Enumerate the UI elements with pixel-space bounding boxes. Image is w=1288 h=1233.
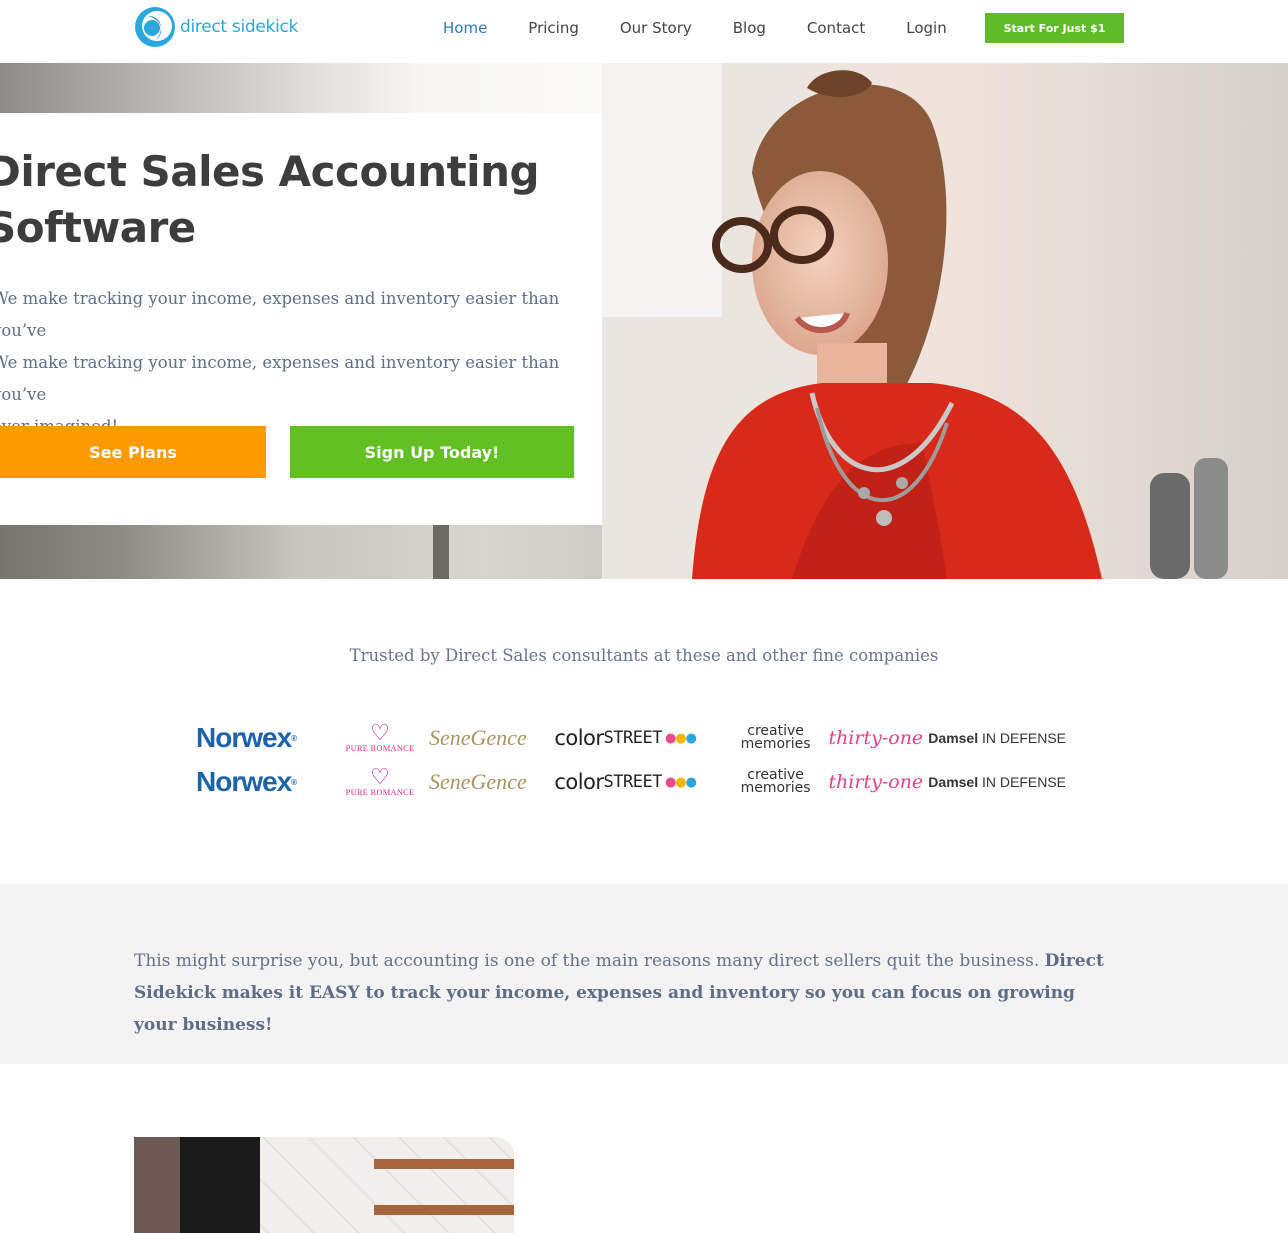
senegence-text: SeneGence xyxy=(429,769,527,794)
logo-text: direct sidekick xyxy=(180,17,299,37)
heart-icon: ♡ xyxy=(370,720,390,745)
damsel-text-b: IN DEFENSE xyxy=(982,730,1067,746)
hero-subtitle: We make tracking your income, expenses a… xyxy=(0,283,592,443)
nav-our-story[interactable]: Our Story xyxy=(620,19,692,37)
hero-title-line-1: Direct Sales Accounting xyxy=(0,147,540,196)
hero-photo-woman xyxy=(602,63,1288,579)
company-logos-row: Norwex ® ♡ PURE ROMANCE SeneGence color STR… xyxy=(196,718,1066,758)
senegence-logo: SeneGence xyxy=(429,725,554,751)
nav-blog[interactable]: Blog xyxy=(733,19,766,37)
pure-romance-logo: ♡ PURE ROMANCE xyxy=(331,764,429,798)
nav-contact[interactable]: Contact xyxy=(807,19,865,37)
hero-background-bottom xyxy=(0,525,602,579)
hero-subtitle-line-1: We make tracking your income, expenses a… xyxy=(0,289,560,340)
creative-memories-logo: creative memories xyxy=(723,724,829,752)
nav-pricing[interactable]: Pricing xyxy=(528,19,579,37)
colorstreet-logo: color STREET ●●● xyxy=(554,770,722,794)
feature-image-shadow xyxy=(134,1137,180,1233)
colorstreet-logo: color STREET ●●● xyxy=(554,726,722,750)
norwex-logo-text: Norwex xyxy=(196,722,292,753)
hero-card: Direct Sales Accounting Software We make… xyxy=(0,113,602,525)
nav-home[interactable]: Home xyxy=(443,19,487,37)
pure-romance-logo: ♡ PURE ROMANCE xyxy=(331,720,429,754)
trusted-heading: Trusted by Direct Sales consultants at t… xyxy=(349,646,939,665)
logo-swirl-icon xyxy=(135,7,175,47)
feature-image xyxy=(134,1137,514,1233)
thirty-one-text: thirty-one xyxy=(828,771,924,793)
colorstreet-dots-icon: ●●● xyxy=(664,730,697,746)
damsel-text-b: IN DEFENSE xyxy=(982,774,1067,790)
company-logos-row: Norwex ® ♡ PURE ROMANCE SeneGence color STR… xyxy=(196,762,1066,802)
colorstreet-text-a: color xyxy=(554,770,604,794)
hero-section: Direct Sales Accounting Software We make… xyxy=(0,63,1288,579)
pure-romance-text: PURE ROMANCE xyxy=(345,743,415,753)
intro-text: This might surprise you, but accounting … xyxy=(134,945,1114,1041)
site-header: direct sidekick Home Pricing Our Story B… xyxy=(0,0,1288,63)
colorstreet-text-b: STREET xyxy=(603,772,663,792)
pure-romance-text: PURE ROMANCE xyxy=(345,787,415,797)
norwex-logo: Norwex ® xyxy=(196,722,297,753)
hero-title: Direct Sales Accounting Software xyxy=(0,144,586,256)
senegence-text: SeneGence xyxy=(429,725,527,750)
creative-text-b: memories xyxy=(740,780,811,796)
creative-memories-logo: creative memories xyxy=(723,768,829,796)
damsel-logo: Damsel IN DEFENSE xyxy=(928,774,1066,790)
thirty-one-logo: thirty-one xyxy=(828,727,928,749)
see-plans-button[interactable]: See Plans xyxy=(0,426,266,478)
senegence-logo: SeneGence xyxy=(429,769,554,795)
intro-plain-text: This might surprise you, but accounting … xyxy=(134,951,1040,971)
thirty-one-text: thirty-one xyxy=(828,727,924,749)
damsel-text-a: Damsel xyxy=(928,774,979,790)
feature-image-shelf xyxy=(374,1159,514,1169)
damsel-logo: Damsel IN DEFENSE xyxy=(928,730,1066,746)
norwex-logo-text: Norwex xyxy=(196,766,292,797)
hero-title-line-2: Software xyxy=(0,203,196,252)
thirty-one-logo: thirty-one xyxy=(828,771,928,793)
hero-background-top xyxy=(0,63,602,113)
norwex-logo: Norwex ® xyxy=(196,766,297,797)
site-logo[interactable]: direct sidekick xyxy=(134,6,298,48)
hero-subtitle-line-2: We make tracking your income, expenses a… xyxy=(0,353,560,404)
creative-text-b: memories xyxy=(740,736,811,752)
colorstreet-text-b: STREET xyxy=(603,728,663,748)
feature-image-panel xyxy=(180,1137,260,1233)
hero-background-detail xyxy=(433,525,449,579)
heart-icon: ♡ xyxy=(370,764,390,789)
intro-section: This might surprise you, but accounting … xyxy=(0,883,1288,1064)
colorstreet-dots-icon: ●●● xyxy=(664,774,697,790)
damsel-text-a: Damsel xyxy=(928,730,979,746)
colorstreet-text-a: color xyxy=(554,726,604,750)
sign-up-button[interactable]: Sign Up Today! xyxy=(290,426,574,478)
main-nav: Home Pricing Our Story Blog Contact Logi… xyxy=(443,0,988,56)
feature-image-shelf xyxy=(374,1205,514,1215)
start-trial-button[interactable]: Start For Just $1 xyxy=(985,13,1124,43)
nav-login[interactable]: Login xyxy=(906,19,946,37)
